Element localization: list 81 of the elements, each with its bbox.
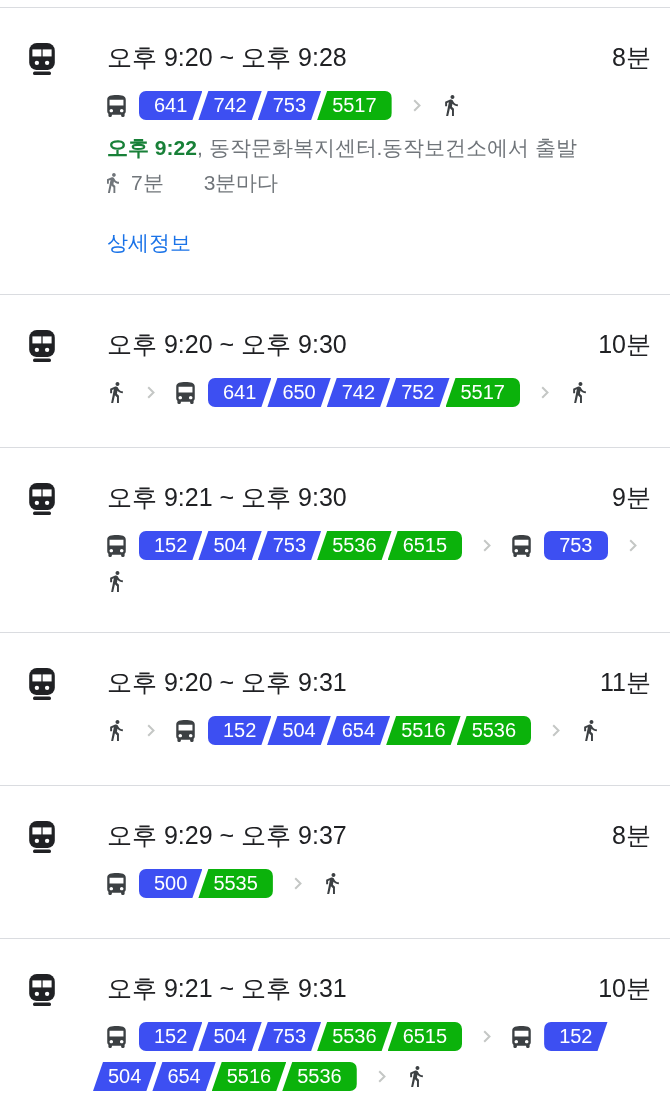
route-number-badge: 5517 — [445, 378, 520, 407]
chevron-icon — [147, 724, 155, 737]
route-number-badge: 6515 — [387, 531, 463, 560]
bus-icon — [512, 1025, 532, 1048]
route-number-badge: 752 — [386, 378, 450, 407]
chevron-icon — [147, 386, 155, 399]
walk-time: 7분 — [131, 170, 164, 196]
chevron-icon — [541, 386, 549, 399]
route-number-badge: 504 — [198, 1022, 262, 1051]
route-number-badge: 500 — [139, 869, 203, 898]
route-number-badge: 641 — [208, 378, 272, 407]
route-number-badge: 753 — [544, 531, 608, 560]
trip-duration: 11분 — [600, 667, 651, 698]
bus-icon — [512, 534, 532, 557]
walking-person-icon — [573, 382, 586, 403]
route-number-badge: 641 — [139, 91, 203, 120]
train-icon — [28, 668, 56, 700]
route-number-badge: 152 — [139, 531, 203, 560]
bus-icon — [107, 94, 126, 117]
route-number-badge: 6515 — [387, 1022, 463, 1051]
route-number-badge: 5535 — [198, 869, 273, 898]
train-icon — [28, 483, 56, 515]
route-number-badge: 5536 — [317, 531, 392, 560]
walking-person-icon — [584, 720, 598, 741]
train-icon — [28, 43, 56, 75]
route-number-badge: 654 — [152, 1062, 216, 1091]
chevron-icon — [483, 539, 492, 552]
route-number-badge: 654 — [326, 716, 391, 745]
departure-text: 오후 9:22, 동작문화복지센터.동작보건소에서 출발 — [107, 135, 579, 161]
walking-person-icon — [107, 173, 119, 193]
route-number-badge: 650 — [267, 378, 331, 407]
train-icon — [28, 974, 56, 1006]
chevron-icon — [293, 877, 302, 890]
time-range: 오후 9:29 ~ 오후 9:37 — [107, 820, 347, 851]
route-number-badge: 5516 — [211, 1062, 287, 1091]
train-icon — [28, 330, 56, 362]
route-number-badge: 152 — [208, 716, 272, 745]
trip-duration: 10분 — [598, 973, 651, 1004]
frequency-text: 3분마다 — [203, 170, 279, 196]
trip-duration: 8분 — [612, 820, 651, 851]
train-icon — [28, 821, 56, 853]
route-number-badge: 5536 — [456, 716, 532, 745]
route-number-badge: 504 — [93, 1062, 157, 1091]
route-number-badge: 5516 — [386, 716, 461, 745]
route-number-badge: 152 — [544, 1022, 608, 1051]
chevron-icon — [552, 724, 561, 737]
walking-person-icon — [110, 720, 123, 741]
chevron-icon — [412, 99, 421, 112]
bus-icon — [176, 719, 195, 742]
bus-icon — [176, 381, 195, 404]
route-number-badge: 5536 — [317, 1022, 392, 1051]
route-number-badge: 504 — [267, 716, 331, 745]
chevron-icon — [628, 539, 637, 552]
route-number-badge: 742 — [198, 91, 262, 120]
details-link[interactable]: 상세정보 — [107, 228, 191, 258]
route-number-badge: 753 — [257, 531, 322, 560]
chevron-icon — [377, 1070, 386, 1083]
route-number-badge: 152 — [139, 1022, 203, 1051]
trip-duration: 10분 — [598, 329, 651, 360]
trip-duration: 8분 — [612, 42, 651, 73]
route-number-badge: 753 — [257, 1022, 322, 1051]
bus-icon — [107, 1025, 126, 1048]
time-range: 오후 9:20 ~ 오후 9:28 — [107, 42, 347, 73]
walking-person-icon — [444, 95, 458, 116]
route-number-badge: 5517 — [317, 91, 392, 120]
walking-person-icon — [110, 382, 123, 403]
time-range: 오후 9:20 ~ 오후 9:31 — [107, 667, 347, 698]
route-number-badge: 5536 — [282, 1062, 357, 1091]
bus-icon — [107, 872, 126, 895]
walking-person-icon — [325, 873, 339, 894]
route-number-badge: 753 — [257, 91, 322, 120]
walking-person-icon — [409, 1066, 423, 1087]
time-range: 오후 9:20 ~ 오후 9:30 — [107, 329, 347, 360]
time-range: 오후 9:21 ~ 오후 9:31 — [107, 973, 347, 1004]
walking-person-icon — [110, 571, 123, 592]
route-number-badge: 742 — [326, 378, 391, 407]
bus-icon — [107, 534, 126, 557]
time-range: 오후 9:21 ~ 오후 9:30 — [107, 482, 347, 513]
trip-duration: 9분 — [612, 482, 651, 513]
chevron-icon — [483, 1030, 492, 1043]
route-number-badge: 504 — [198, 531, 262, 560]
